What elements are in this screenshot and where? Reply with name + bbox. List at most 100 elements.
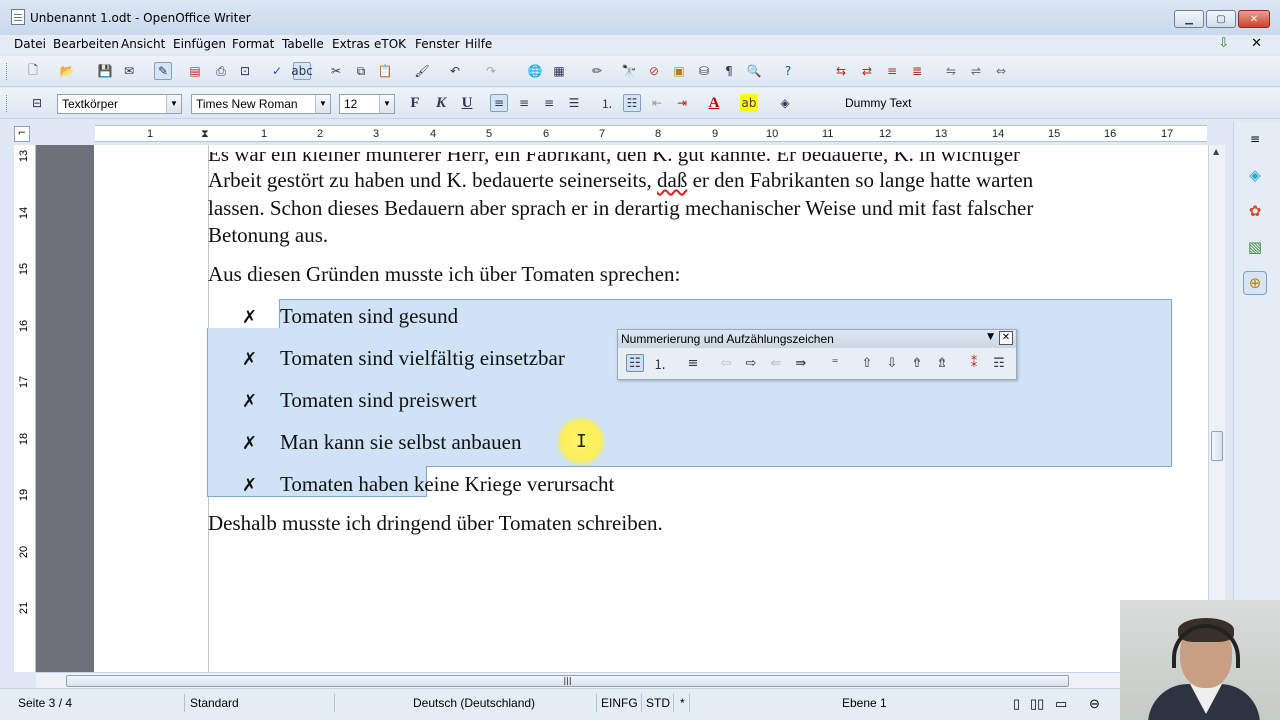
numbering-off-icon[interactable]: ≡ bbox=[684, 354, 702, 372]
etok-tool-5-icon[interactable]: ⇋ bbox=[942, 62, 960, 80]
restart-numbering-icon[interactable]: ⁑ bbox=[965, 354, 983, 372]
numbering-icon[interactable]: ⒈ bbox=[598, 94, 616, 112]
move-down-with-subpoints-icon[interactable]: ⇯ bbox=[933, 354, 951, 372]
align-right-icon[interactable]: ≡ bbox=[540, 94, 558, 112]
gallery-sidebar-icon[interactable]: ▧ bbox=[1243, 235, 1267, 259]
numbering-on-off-icon[interactable]: ⒈ bbox=[651, 354, 669, 373]
dummy-text-label[interactable]: Dummy Text bbox=[845, 96, 911, 110]
menu-hilfe[interactable]: Hilfe bbox=[465, 37, 492, 51]
language-indicator[interactable]: Deutsch (Deutschland) bbox=[413, 696, 535, 710]
data-sources-icon[interactable]: ⛁ bbox=[695, 62, 713, 80]
redo-icon[interactable]: ↷ bbox=[482, 62, 500, 80]
numbering-bullets-toolbar[interactable]: Nummerierung und Aufzählungszeichen ▼ ✕ … bbox=[617, 329, 1017, 380]
update-download-icon[interactable]: ⇩ bbox=[1218, 36, 1229, 51]
menu-fenster[interactable]: Fenster bbox=[415, 37, 460, 51]
help-icon[interactable]: ? bbox=[779, 62, 797, 80]
menu-etok[interactable]: eTOK bbox=[374, 37, 406, 51]
scroll-up-icon[interactable]: ▲ bbox=[1213, 147, 1219, 156]
demote-with-subpoints-icon[interactable]: ⇛ bbox=[792, 354, 810, 372]
close-button[interactable]: ✕ bbox=[1238, 10, 1270, 28]
menu-einfuegen[interactable]: Einfügen bbox=[173, 37, 226, 51]
close-document-icon[interactable]: ✕ bbox=[1251, 36, 1262, 51]
email-icon[interactable]: ✉ bbox=[120, 62, 138, 80]
new-document-icon[interactable]: 🗋 bbox=[24, 62, 42, 80]
export-pdf-icon[interactable]: ▤ bbox=[186, 62, 204, 80]
bullets-icon[interactable]: ☷ bbox=[623, 94, 641, 112]
background-color-icon[interactable]: ◈ bbox=[776, 94, 794, 112]
move-down-icon[interactable]: ⇩ bbox=[883, 354, 901, 372]
zoom-icon[interactable]: 🔍 bbox=[745, 62, 763, 80]
insert-unnumbered-entry-icon[interactable]: ⁼ bbox=[826, 354, 844, 372]
toolbar-grip[interactable] bbox=[6, 95, 9, 112]
formatting-marks-icon[interactable]: ¶ bbox=[720, 62, 738, 80]
table-icon[interactable]: ▦ bbox=[550, 62, 568, 80]
bullets-on-off-icon[interactable]: ☷ bbox=[626, 354, 644, 372]
paragraph-style-select[interactable]: Textkörper ▼ bbox=[57, 94, 182, 114]
page-indicator[interactable]: Seite 3 / 4 bbox=[18, 696, 72, 710]
misspelled-word[interactable]: daß bbox=[657, 168, 687, 192]
styles-icon[interactable]: ✿ bbox=[1243, 199, 1267, 223]
undo-icon[interactable]: ↶ bbox=[446, 62, 464, 80]
copy-icon[interactable]: ⧉ bbox=[352, 62, 370, 80]
paste-icon[interactable]: 📋 bbox=[376, 62, 394, 80]
etok-tool-4-icon[interactable]: ≣ bbox=[908, 62, 926, 80]
find-replace-icon[interactable]: 🔭 bbox=[620, 62, 638, 80]
sidebar-menu-icon[interactable]: ≡ bbox=[1243, 127, 1267, 151]
bullets-numbering-dialog-icon[interactable]: ☶ bbox=[990, 354, 1008, 372]
maximize-button[interactable]: ▢ bbox=[1206, 10, 1236, 28]
align-center-icon[interactable]: ≡ bbox=[515, 94, 533, 112]
etok-tool-6-icon[interactable]: ⇌ bbox=[967, 62, 985, 80]
floating-toolbar-title[interactable]: Nummerierung und Aufzählungszeichen bbox=[618, 330, 1016, 348]
horizontal-scrollbar[interactable]: ||| bbox=[36, 672, 1208, 688]
ruler-indent-marker-icon[interactable]: ⧗ bbox=[201, 128, 209, 141]
horizontal-ruler[interactable]: ⌐ 1 ⧗ 1 2 3 4 5 6 7 8 9 10 11 12 13 14 1… bbox=[0, 121, 1233, 145]
format-paintbrush-icon[interactable]: 🖌 bbox=[413, 62, 431, 80]
menu-datei[interactable]: Datei bbox=[14, 37, 46, 51]
vertical-scrollbar-thumb[interactable] bbox=[1211, 431, 1223, 461]
list-item[interactable]: Man kann sie selbst anbauen bbox=[280, 430, 521, 455]
decrease-indent-icon[interactable]: ⇤ bbox=[648, 94, 666, 112]
menu-tabelle[interactable]: Tabelle bbox=[282, 37, 324, 51]
paragraph-line[interactable]: Betonung aus. bbox=[208, 223, 328, 248]
list-item[interactable]: Tomaten haben keine Kriege verursacht bbox=[280, 472, 614, 497]
paragraph-line[interactable]: lassen. Schon dieses Bedauern aber sprac… bbox=[208, 196, 1033, 221]
increase-indent-icon[interactable]: ⇥ bbox=[673, 94, 691, 112]
list-item[interactable]: Tomaten sind vielfältig einsetzbar bbox=[280, 346, 565, 371]
cut-icon[interactable]: ✂ bbox=[327, 62, 345, 80]
gallery-icon[interactable]: ▣ bbox=[670, 62, 688, 80]
justify-icon[interactable]: ☰ bbox=[565, 94, 583, 112]
insert-mode-indicator[interactable]: EINFG bbox=[601, 696, 638, 710]
chevron-down-icon[interactable]: ▼ bbox=[987, 332, 994, 342]
promote-with-subpoints-icon[interactable]: ⇚ bbox=[767, 354, 785, 372]
navigator-sidebar-icon[interactable]: ⊕ bbox=[1243, 271, 1267, 295]
demote-one-level-icon[interactable]: ⇨ bbox=[742, 354, 760, 372]
single-page-view-icon[interactable]: ▯ bbox=[1013, 696, 1020, 712]
font-color-icon[interactable]: A bbox=[705, 94, 723, 112]
floating-toolbar-close-button[interactable]: ✕ bbox=[999, 331, 1013, 345]
paragraph-line[interactable]: Aus diesen Gründen musste ich über Tomat… bbox=[208, 262, 680, 287]
etok-tool-2-icon[interactable]: ⇄ bbox=[858, 62, 876, 80]
underline-button[interactable]: U bbox=[458, 94, 476, 112]
multi-page-view-icon[interactable]: ▯▯ bbox=[1030, 696, 1044, 712]
menu-bearbeiten[interactable]: Bearbeiten bbox=[53, 37, 119, 51]
chevron-down-icon[interactable]: ▼ bbox=[166, 95, 181, 113]
page-style[interactable]: Standard bbox=[190, 696, 239, 710]
open-folder-icon[interactable]: 📂 bbox=[58, 62, 76, 80]
highlighting-icon[interactable]: ab bbox=[740, 94, 758, 112]
chevron-down-icon[interactable]: ▼ bbox=[379, 95, 394, 113]
move-up-with-subpoints-icon[interactable]: ⇮ bbox=[908, 354, 926, 372]
ruler-strip[interactable]: 1 ⧗ 1 2 3 4 5 6 7 8 9 10 11 12 13 14 15 … bbox=[95, 125, 1207, 142]
save-icon[interactable]: 💾 bbox=[96, 62, 114, 80]
tab-stop-type-icon[interactable]: ⌐ bbox=[14, 126, 30, 142]
etok-tool-3-icon[interactable]: ≡ bbox=[883, 62, 901, 80]
paragraph-line[interactable]: Deshalb musste ich dringend über Tomaten… bbox=[208, 511, 663, 536]
page-preview-icon[interactable]: ⊡ bbox=[236, 62, 254, 80]
font-size-select[interactable]: 12 ▼ bbox=[339, 94, 395, 114]
menu-format[interactable]: Format bbox=[232, 37, 274, 51]
list-item[interactable]: Tomaten sind gesund bbox=[280, 304, 458, 329]
paragraph-line[interactable]: Arbeit gestört zu haben und K. bedauerte… bbox=[208, 168, 1033, 193]
styles-formatting-icon[interactable]: ⊟ bbox=[28, 94, 46, 112]
etok-tool-1-icon[interactable]: ⇆ bbox=[832, 62, 850, 80]
list-item[interactable]: Tomaten sind preiswert bbox=[280, 388, 477, 413]
book-view-icon[interactable]: ▭ bbox=[1055, 696, 1067, 712]
